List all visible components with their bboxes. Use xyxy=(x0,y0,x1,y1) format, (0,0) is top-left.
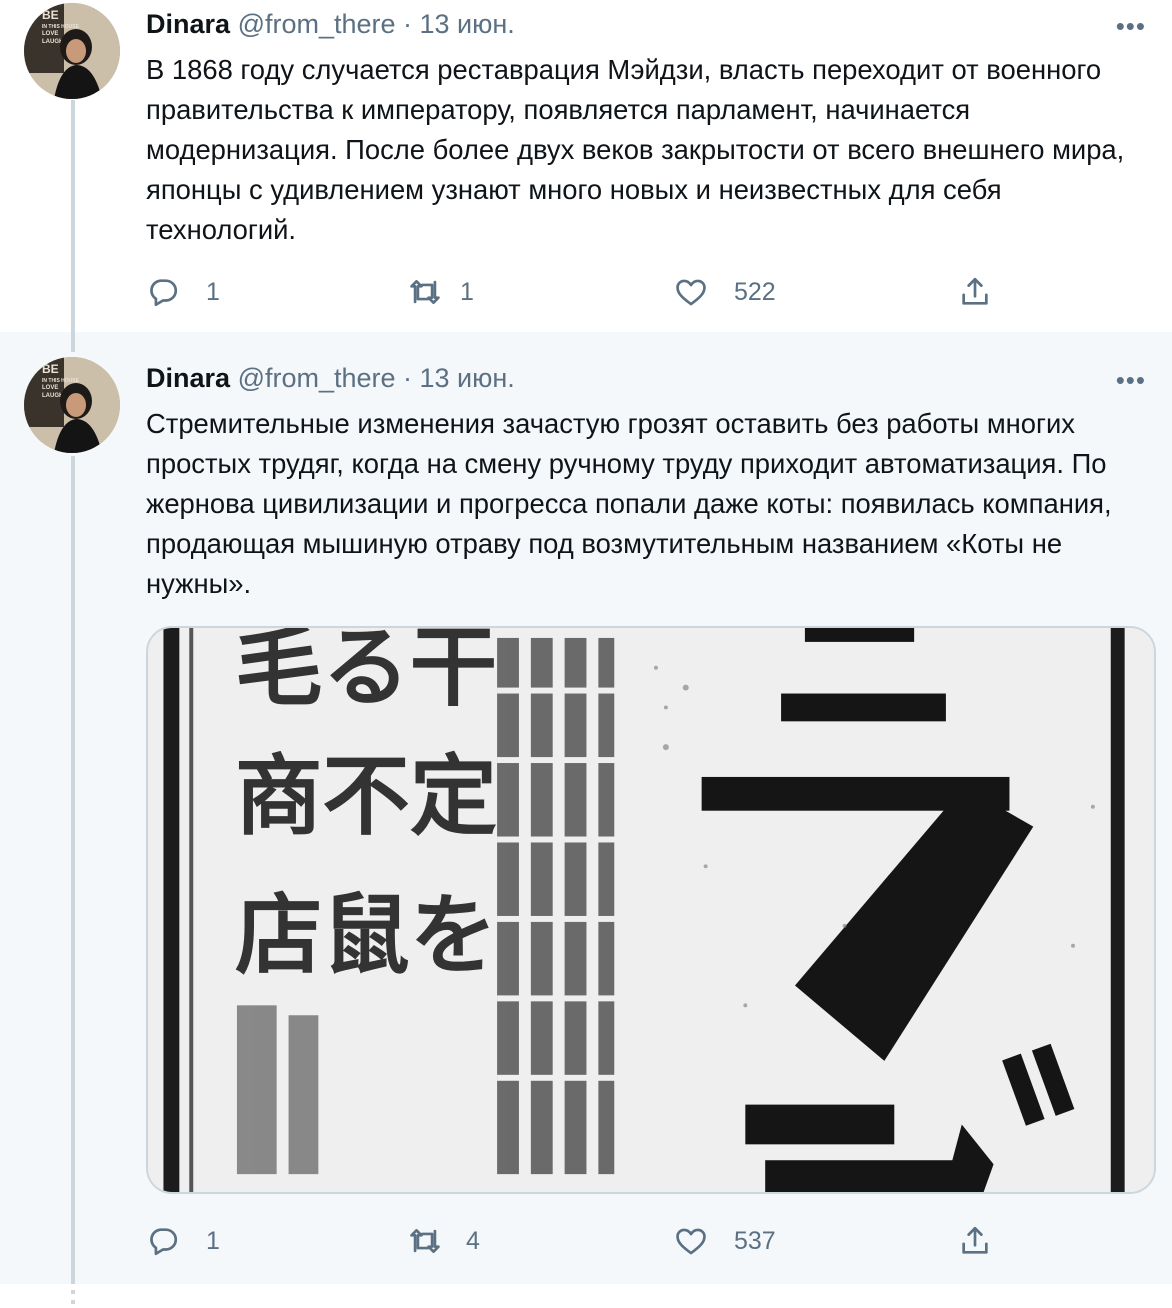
retweet-count: 4 xyxy=(466,1226,480,1255)
share-button[interactable] xyxy=(958,1221,992,1261)
share-button[interactable] xyxy=(958,272,992,312)
share-icon xyxy=(962,277,988,305)
heart-icon xyxy=(676,1228,706,1255)
ad-glyphs-top: 毛る干 xyxy=(235,628,497,719)
reply-icon xyxy=(150,279,178,307)
like-count: 522 xyxy=(734,277,776,306)
thread-line xyxy=(71,456,75,1284)
more-icon[interactable]: ••• xyxy=(1116,367,1146,393)
svg-text:LAUGH: LAUGH xyxy=(42,393,63,399)
tweet-text: Стремительные изменения зачастую грозят … xyxy=(146,408,1112,599)
share-icon xyxy=(962,1226,988,1254)
newspaper-ad-image: 毛る干 商不定 店鼠を xyxy=(149,628,1153,1192)
svg-text:LOVE: LOVE xyxy=(42,385,58,391)
reply-button[interactable]: 1 xyxy=(146,1221,220,1261)
thread-line xyxy=(71,332,75,352)
retweet-button[interactable]: 1 xyxy=(408,272,474,312)
heart-icon xyxy=(676,279,706,306)
avatar[interactable]: BE IN THIS HOUSE LOVE LAUGH xyxy=(24,357,120,453)
svg-text:BE: BE xyxy=(42,362,59,376)
tweet-actions: 1 1 522 xyxy=(146,272,1006,312)
like-count: 537 xyxy=(734,1226,776,1255)
ad-glyphs-lower: 店鼠を xyxy=(235,885,497,987)
more-icon[interactable]: ••• xyxy=(1116,13,1146,39)
avatar[interactable]: BE IN THIS HOUSE LOVE LAUGH xyxy=(24,3,120,99)
retweet-icon xyxy=(410,1229,440,1253)
author-name[interactable]: Dinara xyxy=(146,363,230,393)
retweet-button[interactable]: 4 xyxy=(408,1221,480,1261)
svg-text:IN THIS HOUSE: IN THIS HOUSE xyxy=(42,24,80,30)
tweet-text: В 1868 году случается реставрация Мэйдзи… xyxy=(146,54,1125,245)
author-handle-date[interactable]: @from_there · 13 июн. xyxy=(238,9,515,39)
thread-line xyxy=(71,100,75,332)
reply-count: 1 xyxy=(206,277,220,306)
retweet-icon xyxy=(410,280,440,304)
svg-text:BE: BE xyxy=(42,8,59,22)
author-handle-date[interactable]: @from_there · 13 июн. xyxy=(238,363,515,393)
author-name[interactable]: Dinara xyxy=(146,9,230,39)
svg-text:IN THIS HOUSE: IN THIS HOUSE xyxy=(42,378,80,384)
svg-text:LOVE: LOVE xyxy=(42,31,58,37)
tweet-image[interactable]: 毛る干 商不定 店鼠を xyxy=(146,626,1156,1194)
thread-continuation-dot xyxy=(71,1300,75,1304)
retweet-count: 1 xyxy=(460,277,474,306)
tweet-header: Dinara @from_there · 13 июн. xyxy=(146,8,515,40)
reply-count: 1 xyxy=(206,1226,220,1255)
ad-glyphs-middle: 商不定 xyxy=(235,746,497,848)
tweet-2[interactable]: BE IN THIS HOUSE LOVE LAUGH Dinara @from… xyxy=(0,332,1172,1284)
svg-text:LAUGH: LAUGH xyxy=(42,39,63,45)
tweet-1[interactable]: BE IN THIS HOUSE LOVE LAUGH Dinara @from… xyxy=(0,0,1172,332)
like-button[interactable]: 522 xyxy=(674,272,776,312)
thread-continuation-dot xyxy=(71,1290,75,1294)
like-button[interactable]: 537 xyxy=(674,1221,776,1261)
reply-icon xyxy=(150,1228,178,1256)
tweet-actions: 1 4 537 xyxy=(146,1221,1006,1261)
tweet-header: Dinara @from_there · 13 июн. xyxy=(146,362,515,394)
reply-button[interactable]: 1 xyxy=(146,272,220,312)
